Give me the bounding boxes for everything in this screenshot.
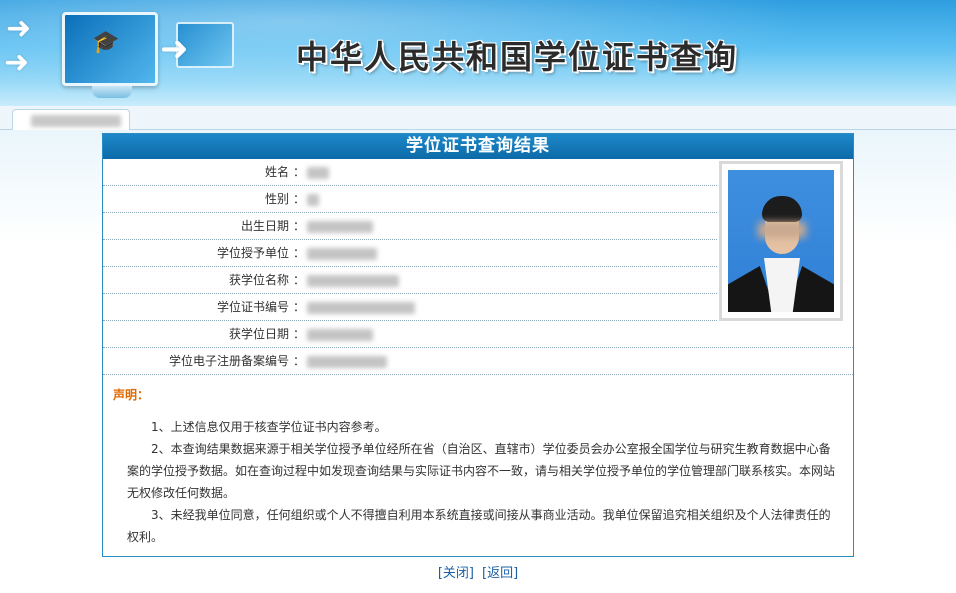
monitor-stand xyxy=(92,86,132,98)
statement-item: 1、上述信息仅用于核查学位证书内容参考。 xyxy=(151,420,387,434)
info-row-gender: 性别 ： xyxy=(103,186,717,213)
field-value-redacted xyxy=(307,329,373,341)
field-colon: ： xyxy=(293,219,306,233)
site-title: 中华人民共和国学位证书查询 xyxy=(296,38,739,76)
field-label: 学位授予单位 xyxy=(216,246,289,260)
photo-hair xyxy=(762,196,802,222)
statement-section: 声明： 1、上述信息仅用于核查学位证书内容参考。 2、本查询结果数据来源于相关学… xyxy=(113,384,841,548)
arrow-icon: ➜ xyxy=(160,29,189,69)
info-row-registration-number: 学位电子注册备案编号 ： xyxy=(103,348,853,375)
field-label: 学位证书编号 xyxy=(216,300,289,314)
id-photo xyxy=(728,170,834,312)
tab-label-redacted xyxy=(31,115,121,127)
field-value-redacted xyxy=(307,248,377,260)
footer-links: [关闭] [返回] xyxy=(0,562,956,581)
result-panel: 学位证书查询结果 姓名 ： 性别 ： 出生日期 ： 学位授予单位 ： 获学位名称… xyxy=(102,133,854,557)
info-row-institution: 学位授予单位 ： xyxy=(103,240,717,267)
field-value-redacted xyxy=(307,356,387,368)
arrow-icon: ➜ xyxy=(6,11,32,46)
tab-query[interactable] xyxy=(12,109,130,131)
field-colon: ： xyxy=(293,273,306,287)
field-colon: ： xyxy=(293,327,306,341)
field-value-redacted xyxy=(307,221,373,233)
field-label: 获学位日期 xyxy=(228,327,289,341)
statement-item: 2、本查询结果数据来源于相关学位授予单位经所在省（自治区、直辖市）学位委员会办公… xyxy=(127,442,836,500)
info-row-degree-date: 获学位日期 ： xyxy=(103,321,853,348)
field-value-redacted xyxy=(307,275,399,287)
field-value-redacted xyxy=(307,194,319,206)
info-row-certificate-number: 学位证书编号 ： xyxy=(103,294,717,321)
back-link[interactable]: [返回] xyxy=(482,566,518,581)
info-row-birthdate: 出生日期 ： xyxy=(103,213,717,240)
field-label: 获学位名称 xyxy=(228,273,289,287)
statement-item: 3、未经我单位同意，任何组织或个人不得擅自利用本系统直接或间接从事商业活动。我单… xyxy=(127,508,831,544)
info-row-degree-name: 获学位名称 ： xyxy=(103,267,717,294)
info-row-name: 姓名 ： xyxy=(103,159,717,186)
field-label: 性别 xyxy=(264,192,289,206)
result-title: 学位证书查询结果 xyxy=(103,134,853,159)
field-label: 学位电子注册备案编号 xyxy=(168,354,289,368)
field-value-redacted xyxy=(307,167,329,179)
field-colon: ： xyxy=(293,165,306,179)
field-colon: ： xyxy=(293,192,306,206)
photo-redaction xyxy=(758,222,806,238)
field-label: 姓名 xyxy=(264,165,289,179)
field-value-redacted xyxy=(307,302,415,314)
close-link[interactable]: [关闭] xyxy=(438,566,474,581)
statement-title: 声明： xyxy=(113,388,150,402)
photo-frame xyxy=(719,161,843,321)
field-colon: ： xyxy=(293,300,306,314)
graduation-cap-icon: 🎓 xyxy=(92,30,120,55)
site-banner: ➜ ➜ 🎓 ➜ 中华人民共和国学位证书查询 xyxy=(0,0,956,106)
arrow-icon: ➜ xyxy=(4,45,30,80)
field-colon: ： xyxy=(293,246,306,260)
field-colon: ： xyxy=(293,354,306,368)
field-label: 出生日期 xyxy=(240,219,289,233)
tab-bar xyxy=(0,106,956,131)
